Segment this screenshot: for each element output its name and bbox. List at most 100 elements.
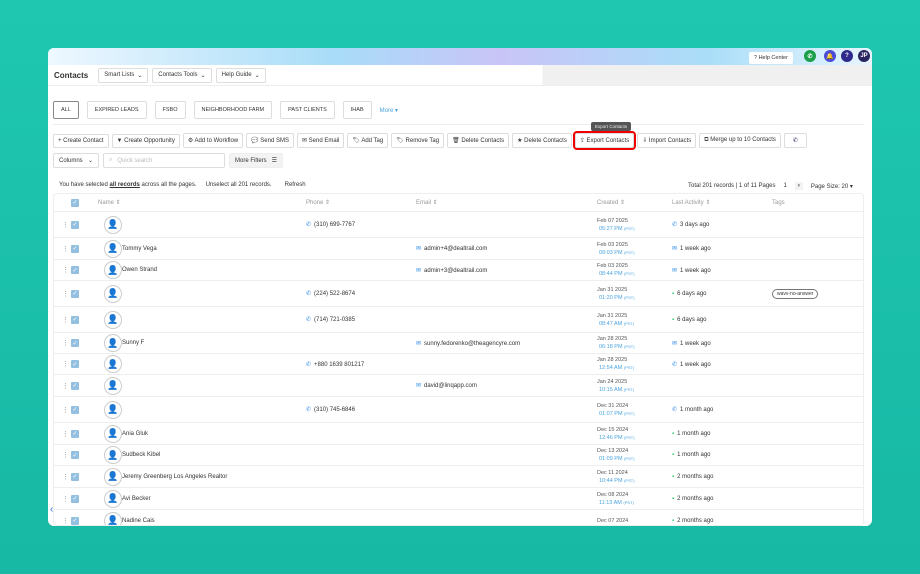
row-checkbox[interactable]: ✓ <box>71 289 79 298</box>
drag-handle-icon[interactable]: ⋮ <box>62 290 69 298</box>
contact-name[interactable]: Tommy Vega <box>122 246 157 252</box>
table-row[interactable]: ⋮ ✓ 👤 Avi Becker Dec 08 2024 11:13 AM (PST) ▪ 2… <box>54 488 863 510</box>
column-header-tags[interactable]: Tags <box>772 200 785 206</box>
collapse-sidebar-icon[interactable]: ‹ <box>50 504 53 515</box>
action-button-add-to-workflow[interactable]: ⚙ Add to Workflow <box>182 133 244 148</box>
more-filters-button[interactable]: More Filters ☰ <box>229 153 284 168</box>
action-button-delete-contacts[interactable]: 🗑 Delete Contacts <box>447 133 510 148</box>
more-lists-dropdown[interactable]: More ▾ <box>380 107 398 114</box>
unselect-all-link[interactable]: Unselect all 201 records. <box>206 182 272 188</box>
tag-badge[interactable]: wavv-no-answer <box>772 288 819 299</box>
list-tab-fsbo[interactable]: FSBO <box>154 101 186 119</box>
action-button-export-contacts[interactable]: ⇪ Export Contacts <box>572 131 637 150</box>
help-guide-dropdown[interactable]: Help Guide ⌄ <box>215 67 266 83</box>
bell-icon[interactable]: 🔔 <box>824 50 836 62</box>
table-row[interactable]: ⋮ ✓ 👤 Jeremy Greenberg Los Angeles Realtor D… <box>54 466 863 488</box>
table-row[interactable]: ⋮ ✓ 👤 Nadine Cais Dec 07 2024 ▪ 2 months ago <box>54 510 863 525</box>
action-button-create-opportunity[interactable]: ▼ Create Opportunity <box>111 133 180 148</box>
row-checkbox[interactable]: ✓ <box>71 381 79 390</box>
action-button-add-tag[interactable]: 🏷 Add Tag <box>347 133 389 148</box>
row-checkbox[interactable]: ✓ <box>71 516 79 525</box>
column-header-phone[interactable]: Phone ⇕ <box>306 199 330 206</box>
action-button-send-email[interactable]: ✉ Send Email <box>296 133 345 148</box>
list-tab-all[interactable]: ALL <box>53 101 79 119</box>
refresh-button[interactable]: Refresh <box>285 182 306 188</box>
column-header-email[interactable]: Email ⇕ <box>416 199 438 206</box>
table-row[interactable]: ⋮ ✓ 👤 ✆ +880 1639 801217 Jan 28 2025 12:54 AM … <box>54 354 863 375</box>
table-row[interactable]: ⋮ ✓ 👤 Sudbeck Kibel Dec 13 2024 01:09 PM (PST… <box>54 445 863 466</box>
column-header-act[interactable]: Last Activity ⇕ <box>672 199 710 206</box>
contact-email[interactable]: ✉ david@linqapp.com <box>416 382 477 389</box>
column-header-created[interactable]: Created ⇕ <box>597 199 625 206</box>
select-all-checkbox[interactable]: ✓ <box>71 198 79 207</box>
quick-search-input[interactable]: ⌕ Quick search <box>103 153 225 168</box>
drag-handle-icon[interactable]: ⋮ <box>62 339 69 347</box>
contact-name[interactable]: Ania Gluk <box>122 431 148 437</box>
drag-handle-icon[interactable]: ⋮ <box>62 266 69 274</box>
action-button-send-sms[interactable]: 💬 Send SMS <box>246 133 294 148</box>
drag-handle-icon[interactable]: ⋮ <box>62 406 69 414</box>
page-size-select[interactable]: Page Size: 20 ▾ <box>811 183 853 190</box>
drag-handle-icon[interactable]: ⋮ <box>62 517 69 525</box>
table-row[interactable]: ⋮ ✓ 👤 Sunny F ✉ sunny.fedorenko@theagencyre.c… <box>54 333 863 354</box>
drag-handle-icon[interactable]: ⋮ <box>62 451 69 459</box>
next-page-button[interactable]: › <box>794 182 803 190</box>
contact-phone[interactable]: ✆ (224) 522-8674 <box>306 290 355 297</box>
columns-dropdown[interactable]: Columns ⌄ <box>53 153 99 168</box>
row-checkbox[interactable]: ✓ <box>71 220 79 229</box>
row-checkbox[interactable]: ✓ <box>71 244 79 253</box>
drag-handle-icon[interactable]: ⋮ <box>62 221 69 229</box>
row-checkbox[interactable]: ✓ <box>71 360 79 368</box>
contact-email[interactable]: ✉ admin+3@dealtrail.com <box>416 267 487 274</box>
contact-phone[interactable]: ✆ +880 1639 801217 <box>306 361 364 368</box>
contact-name[interactable]: Avi Becker <box>122 496 151 502</box>
row-checkbox[interactable]: ✓ <box>71 494 79 503</box>
phone-icon[interactable]: ✆ <box>804 50 816 62</box>
table-row[interactable]: ⋮ ✓ 👤 ✉ david@linqapp.com Jan 24 2025 10:15 AM… <box>54 375 863 397</box>
drag-handle-icon[interactable]: ⋮ <box>62 245 69 253</box>
action-button-create-contact[interactable]: + Create Contact <box>53 133 109 148</box>
table-row[interactable]: ⋮ ✓ 👤 ✆ (224) 522-8674 Jan 31 2025 01:20 PM (P… <box>54 281 863 307</box>
contact-name[interactable]: Sunny F <box>122 340 144 346</box>
table-row[interactable]: ⋮ ✓ 👤 Owen Strand ✉ admin+3@dealtrail.com Feb … <box>54 260 863 281</box>
contact-name[interactable]: Owen Strand <box>122 267 157 273</box>
row-checkbox[interactable]: ✓ <box>71 266 79 274</box>
table-row[interactable]: ⋮ ✓ 👤 Tommy Vega ✉ admin+4@dealtrail.com Feb 0… <box>54 238 863 260</box>
list-tab-ihab[interactable]: IHAB <box>342 101 372 119</box>
list-tab-expired-leads[interactable]: EXPIRED LEADS <box>86 101 147 119</box>
drag-handle-icon[interactable]: ⋮ <box>62 473 69 481</box>
table-row[interactable]: ⋮ ✓ 👤 ✆ (714) 721-0385 Jan 31 2025 08:47 AM (P… <box>54 307 863 333</box>
table-row[interactable]: ⋮ ✓ 👤 Ania Gluk Dec 15 2024 12:46 PM (PST) ▪ 1 … <box>54 423 863 445</box>
row-checkbox[interactable]: ✓ <box>71 451 79 459</box>
drag-handle-icon[interactable]: ⋮ <box>62 382 69 390</box>
drag-handle-icon[interactable]: ⋮ <box>62 360 69 368</box>
drag-handle-icon[interactable]: ⋮ <box>62 316 69 324</box>
all-records-link[interactable]: all records <box>110 182 140 188</box>
contact-phone[interactable]: ✆ (310) 745-6846 <box>306 406 355 413</box>
contacts-tools-dropdown[interactable]: Contacts Tools ⌄ <box>152 67 212 83</box>
contact-email[interactable]: ✉ sunny.fedorenko@theagencyre.com <box>416 340 520 347</box>
drag-handle-icon[interactable]: ⋮ <box>62 495 69 503</box>
row-checkbox[interactable]: ✓ <box>71 405 79 414</box>
action-button-import-contacts[interactable]: ⇩ Import Contacts <box>637 133 697 148</box>
contact-name[interactable]: Jeremy Greenberg Los Angeles Realtor <box>122 474 227 480</box>
dialer-button[interactable]: ✆ <box>783 133 807 148</box>
row-checkbox[interactable]: ✓ <box>71 315 79 324</box>
contact-name[interactable]: Nadine Cais <box>122 518 155 524</box>
action-button-remove-tag[interactable]: 🏷 Remove Tag <box>391 133 445 148</box>
contact-name[interactable]: Sudbeck Kibel <box>122 452 160 458</box>
help-icon[interactable]: ? <box>841 50 853 62</box>
action-button-delete-contacts[interactable]: ★ Delete Contacts <box>512 133 572 148</box>
user-avatar[interactable]: JP <box>858 50 870 62</box>
contact-email[interactable]: ✉ admin+4@dealtrail.com <box>416 245 487 252</box>
table-row[interactable]: ⋮ ✓ 👤 ✆ (310) 745-6846 Dec 31 2024 01:07 PM (P… <box>54 397 863 423</box>
row-checkbox[interactable]: ✓ <box>71 472 79 481</box>
current-page[interactable]: 1 <box>784 183 787 189</box>
contact-phone[interactable]: ✆ (714) 721-0385 <box>306 316 355 323</box>
row-checkbox[interactable]: ✓ <box>71 339 79 347</box>
smart-lists-dropdown[interactable]: Smart Lists ⌄ <box>98 67 149 83</box>
action-button-merge-up-to-10-contacts[interactable]: ⧉ Merge up to 10 Contacts <box>699 133 781 148</box>
contact-phone[interactable]: ✆ (310) 699-7767 <box>306 221 355 228</box>
table-row[interactable]: ⋮ ✓ 👤 ✆ (310) 699-7767 Feb 07 2025 05:27 PM (P… <box>54 212 863 238</box>
list-tab-past-clients[interactable]: PAST CLIENTS <box>280 101 335 119</box>
